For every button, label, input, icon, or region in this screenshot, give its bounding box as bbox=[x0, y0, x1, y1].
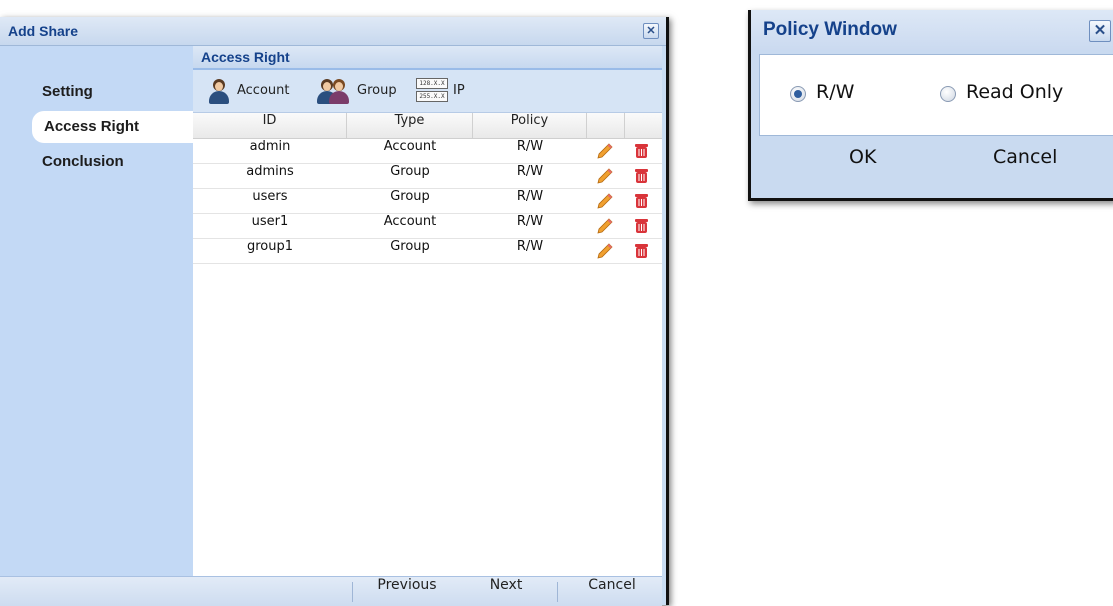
row-policy: R/W bbox=[516, 164, 544, 179]
add-account-label: Account bbox=[237, 83, 290, 98]
row-id: user1 bbox=[251, 214, 289, 229]
trash-icon[interactable] bbox=[634, 168, 649, 184]
row-type: Group bbox=[390, 189, 430, 204]
policy-window: Policy Window ✕ R/W Read Only OK Cancel bbox=[748, 10, 1113, 201]
trash-icon[interactable] bbox=[634, 218, 649, 234]
table-row[interactable]: admins Group R/W bbox=[193, 164, 662, 189]
radio-rw[interactable] bbox=[790, 86, 806, 102]
policy-options: R/W Read Only bbox=[759, 54, 1113, 136]
row-id: users bbox=[252, 189, 288, 204]
row-policy: R/W bbox=[516, 189, 544, 204]
footer-divider bbox=[557, 582, 558, 602]
column-policy[interactable]: Policy bbox=[473, 113, 587, 138]
pencil-icon[interactable] bbox=[597, 168, 613, 184]
add-group-button[interactable]: Group bbox=[315, 78, 403, 104]
add-ip-button[interactable]: 128.X.X 255.X.X IP bbox=[415, 78, 485, 104]
access-right-panel: Access Right Account Group 128.X.X 255.X bbox=[193, 46, 662, 576]
row-policy: R/W bbox=[516, 239, 544, 254]
add-ip-label: IP bbox=[453, 83, 465, 98]
ip-range-icon: 128.X.X 255.X.X bbox=[415, 78, 449, 104]
row-type: Group bbox=[390, 239, 430, 254]
policy-window-title: Policy Window bbox=[763, 19, 897, 40]
row-id: admins bbox=[246, 164, 294, 179]
row-type: Group bbox=[390, 164, 430, 179]
ok-button[interactable]: OK bbox=[849, 146, 876, 180]
radio-read-only[interactable] bbox=[940, 86, 956, 102]
table-row[interactable]: admin Account R/W bbox=[193, 139, 662, 164]
next-button[interactable]: Next bbox=[466, 577, 546, 606]
previous-button[interactable]: Previous bbox=[362, 577, 452, 606]
pencil-icon[interactable] bbox=[597, 218, 613, 234]
row-type: Account bbox=[383, 139, 437, 154]
row-id: admin bbox=[249, 139, 291, 154]
radio-rw-label[interactable]: R/W bbox=[816, 81, 854, 103]
add-share-dialog: Add Share ✕ Setting Access Right Conclus… bbox=[0, 17, 669, 606]
close-icon[interactable]: ✕ bbox=[1089, 20, 1111, 42]
policy-cancel-button[interactable]: Cancel bbox=[993, 146, 1057, 180]
trash-icon[interactable] bbox=[634, 193, 649, 209]
column-edit bbox=[587, 113, 625, 138]
close-icon[interactable]: ✕ bbox=[643, 23, 659, 39]
radio-read-only-label[interactable]: Read Only bbox=[966, 81, 1063, 103]
row-policy: R/W bbox=[516, 139, 544, 154]
dialog-title-bar[interactable]: Add Share ✕ bbox=[0, 17, 666, 46]
policy-window-title-bar[interactable]: Policy Window ✕ bbox=[751, 10, 1113, 50]
step-conclusion[interactable]: Conclusion bbox=[30, 146, 192, 178]
add-account-button[interactable]: Account bbox=[207, 78, 307, 104]
pencil-icon[interactable] bbox=[597, 193, 613, 209]
user-icon bbox=[207, 78, 231, 104]
section-title: Access Right bbox=[201, 49, 290, 65]
grid-header: ID Type Policy bbox=[193, 113, 662, 139]
table-row[interactable]: group1 Group R/W bbox=[193, 239, 662, 264]
column-delete bbox=[625, 113, 662, 138]
access-toolbar: Account Group 128.X.X 255.X.X IP bbox=[193, 70, 662, 113]
table-row[interactable]: users Group R/W bbox=[193, 189, 662, 214]
step-access-right[interactable]: Access Right bbox=[32, 111, 194, 143]
table-row[interactable]: user1 Account R/W bbox=[193, 214, 662, 239]
dialog-footer: Previous Next Cancel bbox=[0, 576, 662, 606]
row-type: Account bbox=[383, 214, 437, 229]
pencil-icon[interactable] bbox=[597, 143, 613, 159]
dialog-title: Add Share bbox=[8, 23, 79, 39]
row-policy: R/W bbox=[516, 214, 544, 229]
row-id: group1 bbox=[246, 239, 294, 254]
trash-icon[interactable] bbox=[634, 143, 649, 159]
add-group-label: Group bbox=[357, 83, 397, 98]
cancel-button[interactable]: Cancel bbox=[572, 577, 652, 606]
footer-divider bbox=[352, 582, 353, 602]
trash-icon[interactable] bbox=[634, 243, 649, 259]
section-header: Access Right bbox=[193, 46, 662, 70]
column-id[interactable]: ID bbox=[193, 113, 347, 138]
pencil-icon[interactable] bbox=[597, 243, 613, 259]
step-setting[interactable]: Setting bbox=[30, 76, 192, 108]
wizard-steps-sidebar: Setting Access Right Conclusion bbox=[0, 46, 194, 576]
column-type[interactable]: Type bbox=[347, 113, 473, 138]
